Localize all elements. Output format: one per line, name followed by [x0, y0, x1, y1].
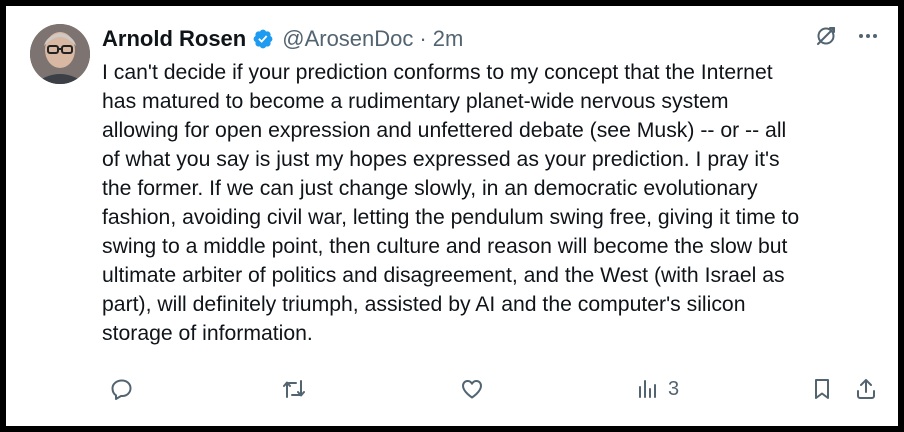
verified-badge-icon[interactable] — [252, 28, 274, 50]
bookmark-icon — [815, 379, 829, 399]
tweet-card[interactable]: Arnold Rosen @ArosenDoc · 2m I can't dec… — [6, 6, 898, 426]
share-button[interactable] — [854, 372, 878, 406]
reply-icon — [111, 379, 132, 400]
avatar-image — [30, 24, 90, 84]
author-handle[interactable]: @ArosenDoc — [282, 26, 413, 52]
views-icon — [639, 380, 656, 398]
bookmark-button[interactable] — [810, 372, 834, 406]
like-button[interactable] — [460, 372, 484, 406]
more-icon[interactable] — [856, 24, 880, 48]
retweet-button[interactable] — [282, 372, 306, 406]
tweet-text: I can't decide if your prediction confor… — [102, 61, 800, 345]
views-count: 3 — [668, 377, 680, 400]
action-bar: 3 — [102, 372, 882, 406]
tweet-timestamp[interactable]: 2m — [433, 26, 464, 52]
like-icon — [462, 380, 482, 399]
author-name[interactable]: Arnold Rosen — [102, 26, 246, 52]
grok-icon[interactable] — [814, 24, 838, 48]
share-icon — [857, 379, 875, 399]
top-actions — [814, 24, 880, 48]
separator-dot: · — [419, 26, 427, 51]
avatar[interactable] — [30, 24, 90, 84]
views-button[interactable]: 3 — [636, 372, 679, 406]
tweet-header: Arnold Rosen @ArosenDoc · 2m — [102, 24, 463, 54]
reply-button[interactable] — [110, 372, 134, 406]
retweet-icon — [283, 380, 305, 398]
